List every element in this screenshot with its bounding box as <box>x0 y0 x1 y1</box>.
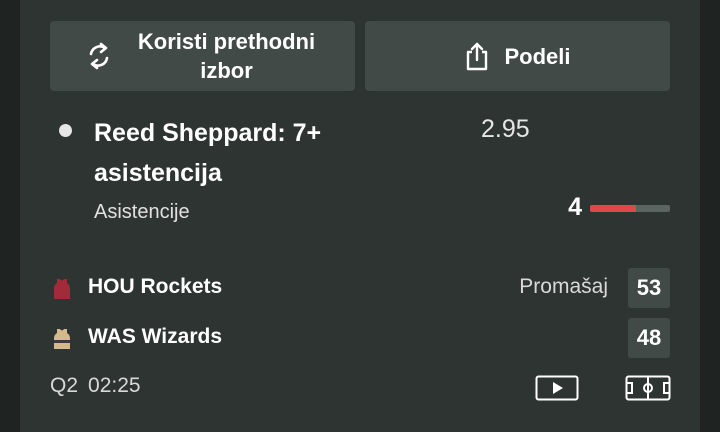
team-score: 53 <box>628 268 670 308</box>
stat-value: 4 <box>568 193 582 221</box>
stat-progress-fill <box>590 205 636 212</box>
refresh-icon <box>86 41 112 71</box>
team-name: WAS Wizards <box>88 325 222 348</box>
team-name: HOU Rockets <box>88 275 223 298</box>
game-time-remaining: 02:25 <box>88 374 141 397</box>
stat-progress-bar <box>590 205 670 212</box>
team-score: 48 <box>628 318 670 358</box>
bet-card: Koristi prethodni izbor Podeli Reed Shep… <box>20 0 700 432</box>
game-period: Q2 <box>50 374 79 397</box>
share-icon <box>464 41 490 71</box>
reuse-selection-button[interactable]: Koristi prethodni izbor <box>50 21 355 91</box>
jersey-icon <box>53 328 71 355</box>
bet-title: Reed Sheppard: 7+ asistencija <box>94 119 322 187</box>
selection-status-dot <box>59 124 72 137</box>
team-row-home: HOU Rockets Promašaj 53 <box>50 268 670 308</box>
play-video-icon[interactable] <box>535 374 579 407</box>
game-clock: Q2 02:25 <box>50 374 141 398</box>
stat-label: Asistencije <box>94 201 190 223</box>
jersey-icon <box>53 278 71 305</box>
team-row-away: WAS Wizards 48 <box>50 318 670 358</box>
bet-odds: 2.95 <box>481 115 530 143</box>
share-label: Podeli <box>504 43 571 69</box>
selection-result-status: Promašaj <box>519 275 608 298</box>
reuse-selection-label: Koristi prethodni izbor <box>137 29 316 83</box>
court-icon[interactable] <box>625 374 671 407</box>
share-button[interactable]: Podeli <box>365 21 670 91</box>
